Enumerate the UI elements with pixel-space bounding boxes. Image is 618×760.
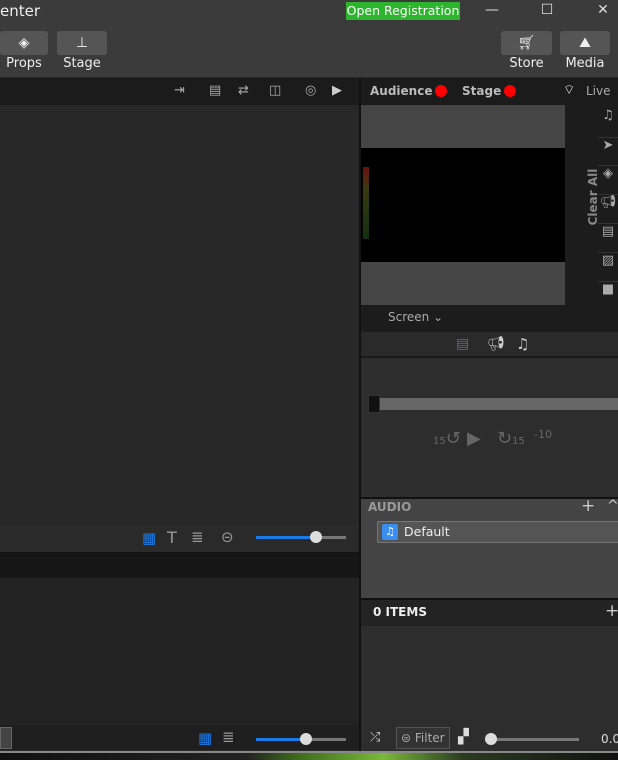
stage-status-dot[interactable] [504, 85, 516, 97]
store-button[interactable]: 🛒︎ [501, 31, 552, 55]
screen-dropdown[interactable]: Screen ⌄ [388, 310, 443, 324]
rewind-label: 15 [433, 436, 446, 447]
audio-header: AUDIO [368, 500, 412, 514]
playback-progress[interactable] [380, 398, 618, 410]
stage-icon: ⊥ [75, 35, 89, 51]
announcement-tab-icon[interactable]: 📢︎ [487, 336, 505, 352]
loop-icon[interactable]: ⇄ [238, 83, 249, 98]
preview-screen [361, 148, 565, 262]
forward-15-button[interactable]: ↻15 [497, 428, 525, 449]
filter-button[interactable]: ⊜ Filter [396, 727, 450, 749]
title-bar [0, 0, 618, 24]
live-label[interactable]: Live [586, 84, 611, 98]
clear-props-icon[interactable]: ◈ [598, 165, 618, 181]
checker-icon[interactable]: ▞ [458, 729, 469, 745]
clear-audio-icon[interactable]: ♫ [598, 108, 618, 123]
collapse-audio-icon[interactable]: ^ [607, 498, 618, 514]
chevron-down-icon: ⌄ [433, 310, 444, 324]
library-grid-icon[interactable]: ▦ [198, 729, 212, 747]
text-view-icon[interactable]: T [167, 528, 177, 547]
clear-video-icon[interactable]: ■ [598, 281, 618, 297]
add-playlist-button[interactable]: + [581, 496, 595, 516]
layers-icon: ◈ [18, 35, 30, 51]
open-registration-button[interactable]: Open Registration [346, 2, 460, 20]
props-button[interactable]: ◈ [0, 31, 48, 55]
grid-view-icon[interactable]: ▦ [142, 529, 156, 547]
volume-value: 0.0 [601, 732, 618, 746]
library-area [0, 578, 359, 725]
screen-label: Screen [388, 310, 430, 324]
slides-area [0, 105, 359, 525]
list-view-icon[interactable]: ≣ [191, 528, 204, 546]
media-label: Media [565, 56, 605, 71]
shuffle-icon[interactable]: ⤮ [370, 730, 380, 745]
maximize-button[interactable]: ☐ [537, 2, 557, 18]
stage-output-label[interactable]: Stage [462, 84, 501, 98]
volume-slider[interactable] [485, 733, 579, 745]
playlist-icon: ♫ [382, 524, 398, 540]
desktop-background [0, 751, 618, 760]
clear-slide-icon[interactable]: ▤ [598, 223, 618, 239]
media-button[interactable]: ⛰ [560, 31, 610, 55]
slides-zoom-slider[interactable] [256, 531, 346, 543]
clipboard-icon[interactable]: ▤ [209, 83, 221, 98]
audio-meter [363, 167, 369, 239]
audio-tab-icon[interactable]: ♫ [516, 335, 529, 353]
playlist-default[interactable]: ♫ Default [377, 521, 618, 543]
library-list-icon[interactable]: ≣ [222, 728, 235, 746]
window-title: enter [0, 2, 41, 20]
items-count: 0 ITEMS [373, 605, 427, 619]
more-icon[interactable]: ⊝ [221, 528, 234, 546]
library-header [0, 552, 359, 578]
target-icon[interactable]: ◎ [305, 83, 316, 98]
go-to-icon[interactable]: ⇥ [174, 83, 185, 98]
close-button[interactable]: ✕ [593, 2, 613, 18]
split-icon[interactable]: ◫ [269, 83, 281, 98]
filter-label: Filter [414, 731, 445, 745]
next-icon[interactable]: ▶ [332, 83, 342, 98]
filter-icon: ⊜ [401, 731, 412, 745]
rewind-15-button[interactable]: 15↺ [433, 428, 461, 449]
props-label: Props [6, 56, 42, 71]
clear-announcements-icon[interactable]: 📢︎ [598, 194, 618, 210]
add-item-button[interactable]: + [605, 601, 618, 621]
audience-label[interactable]: Audience [370, 84, 432, 98]
stage-label: Stage [63, 56, 101, 71]
cart-icon: 🛒︎ [517, 35, 536, 51]
slide-tab-icon[interactable]: ▤ [456, 336, 469, 352]
library-button[interactable] [0, 727, 12, 749]
library-zoom-slider[interactable] [256, 733, 346, 745]
wifi-icon: ⌔ [563, 83, 576, 98]
playback-handle[interactable] [368, 395, 380, 413]
clear-messages-icon[interactable]: ➤ [598, 137, 618, 153]
clear-media-icon[interactable]: ▨ [598, 252, 618, 268]
playlist-name: Default [404, 524, 450, 539]
minimize-button[interactable]: — [482, 2, 502, 18]
store-label: Store [509, 56, 544, 71]
audio-player [361, 358, 618, 497]
skip-back-10-button[interactable]: -10 [534, 428, 552, 441]
audience-status-dot[interactable] [435, 85, 447, 97]
stage-button[interactable]: ⊥ [57, 31, 107, 55]
play-button[interactable]: ▶ [467, 428, 481, 449]
image-icon: ⛰ [579, 35, 591, 51]
forward-label: 15 [512, 436, 525, 447]
items-list [361, 626, 618, 725]
